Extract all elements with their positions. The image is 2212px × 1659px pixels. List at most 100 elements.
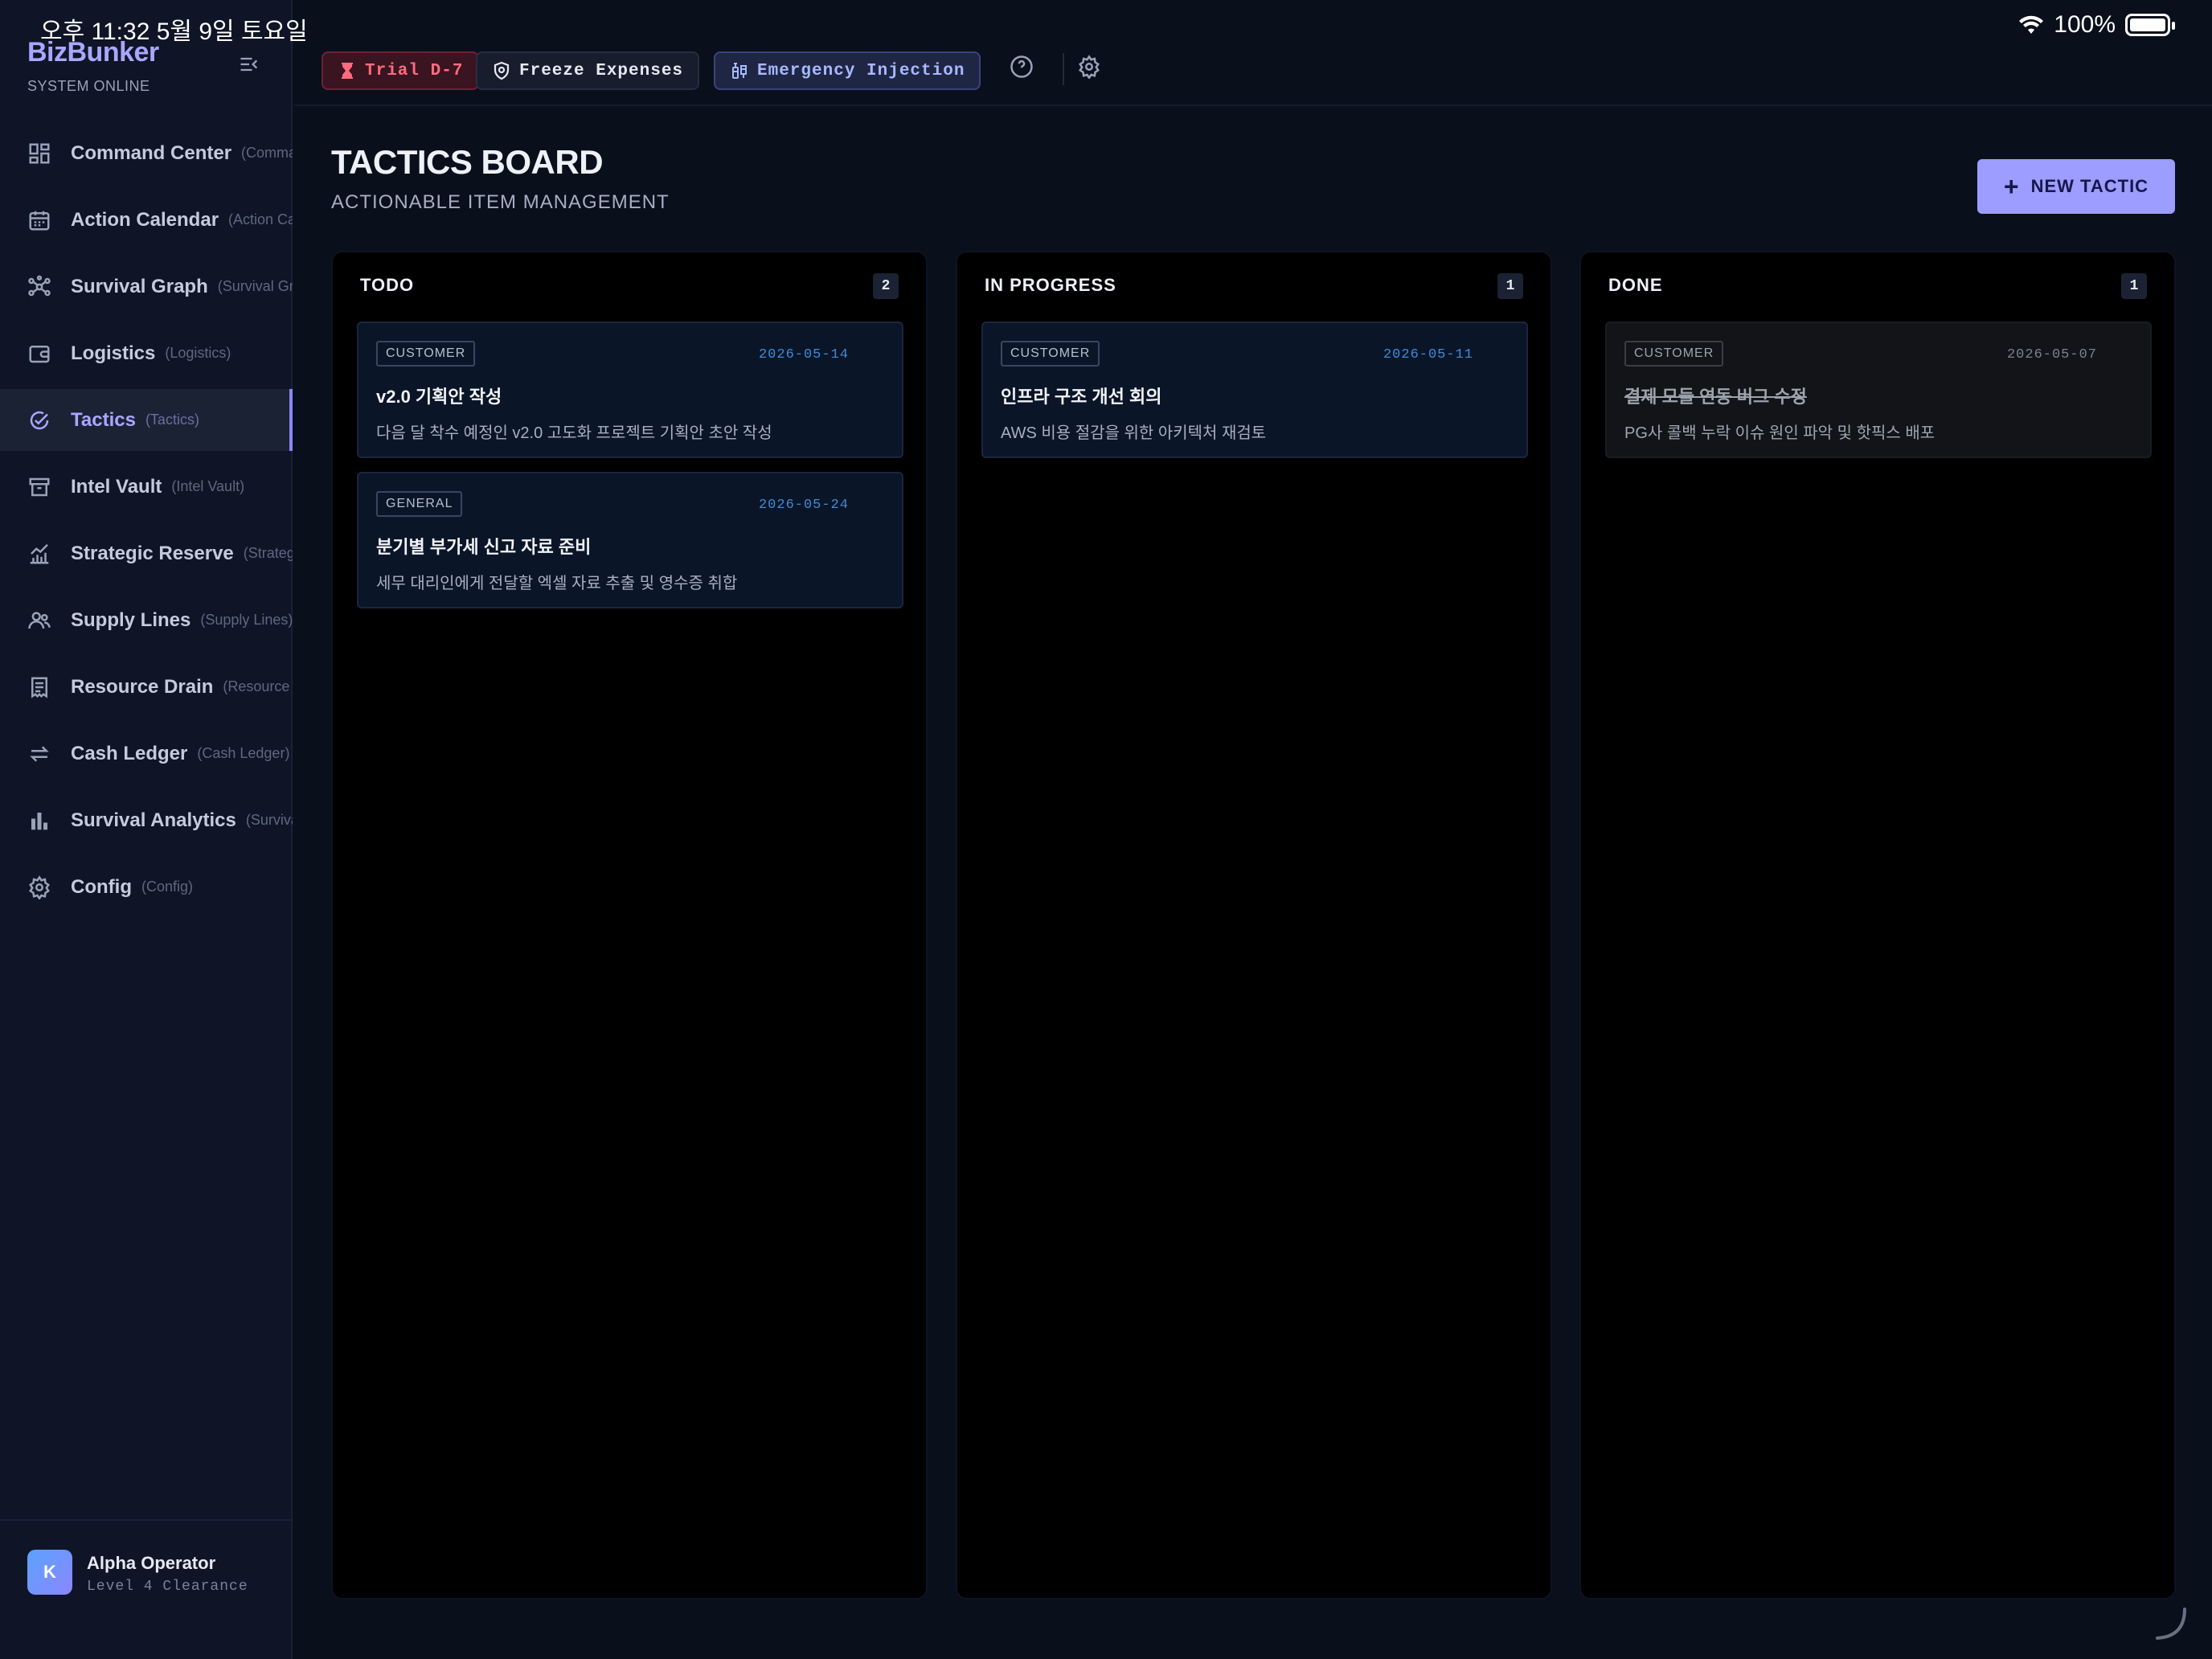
sidebar: BizBunker SYSTEM ONLINE Command Center (… [0, 0, 293, 1659]
sidebar-item-intel-vault[interactable]: Intel Vault (Intel Vault) [0, 456, 293, 518]
sidebar-item-sub: (Logistics) [165, 345, 231, 361]
collapse-sidebar-icon[interactable] [238, 53, 267, 82]
card-tag: CUSTOMER [376, 341, 476, 367]
sidebar-item-resource-drain[interactable]: Resource Drain (Resource Drain) [0, 656, 293, 718]
calendar-icon [27, 208, 51, 232]
sidebar-item-sub: (Command Center) [241, 145, 293, 161]
emergency-injection-button[interactable]: Emergency Injection [714, 51, 981, 90]
sidebar-item-supply-lines[interactable]: Supply Lines (Supply Lines) [0, 589, 293, 651]
battery-icon [2125, 14, 2175, 36]
sidebar-item-logistics[interactable]: Logistics (Logistics) [0, 322, 293, 384]
card-description: 세무 대리인에게 전달할 엑셀 자료 추출 및 영수증 취합 [376, 575, 738, 592]
sidebar-item-sub: (Cash Ledger) [197, 745, 290, 761]
grid-icon [27, 141, 51, 166]
hourglass-icon [342, 63, 353, 79]
sidebar-item-label: Logistics [71, 342, 156, 364]
sidebar-item-command-center[interactable]: Command Center (Command Center) [0, 122, 293, 184]
divider [1063, 53, 1064, 85]
users-icon [27, 608, 51, 633]
archive-icon [27, 475, 51, 499]
sidebar-item-config[interactable]: Config (Config) [0, 856, 293, 918]
status-right: 100% [2018, 11, 2175, 39]
sidebar-item-strategic-reserve[interactable]: Strategic Reserve (Strategic Reserve) [0, 522, 293, 584]
gear-icon [27, 875, 51, 900]
sidebar-item-label: Tactics [71, 408, 136, 431]
wifi-icon [2019, 15, 2044, 34]
card-date: 2026-05-24 [758, 498, 849, 513]
card-title: 분기별 부가세 신고 자료 준비 [376, 537, 592, 557]
help-icon[interactable] [1010, 55, 1034, 79]
sidebar-item-sub: (Supply Lines) [200, 612, 293, 628]
freeze-expenses-button[interactable]: Freeze Expenses [476, 51, 700, 90]
sidebar-item-sub: (Tactics) [145, 412, 199, 428]
wallet-icon [27, 342, 51, 366]
new-tactic-label: NEW TACTIC [2030, 176, 2149, 196]
user-profile[interactable]: K Alpha Operator Level 4 Clearance [0, 1519, 293, 1659]
sidebar-item-sub: (Strategic Reserve) [243, 545, 293, 561]
page-title: TACTICS BOARD [331, 143, 604, 181]
trial-badge[interactable]: Trial D-7 [322, 51, 480, 90]
check-circle-icon [27, 408, 51, 432]
sidebar-item-sub: (Config) [141, 879, 194, 895]
shield-icon [494, 61, 510, 80]
card-description: PG사 콜백 누락 이슈 원인 파악 및 핫픽스 배포 [1624, 424, 1936, 442]
chart-line-icon [27, 542, 51, 566]
avatar: K [27, 1550, 72, 1595]
card-tag: CUSTOMER [1624, 341, 1724, 367]
sidebar-item-tactics[interactable]: Tactics (Tactics) [0, 389, 293, 451]
card-tag: CUSTOMER [1001, 341, 1100, 367]
column-title: TODO [360, 275, 415, 295]
sidebar-item-label: Supply Lines [71, 608, 191, 631]
card-title: 결제 모듈 연동 버그 수정 [1624, 387, 1807, 407]
sidebar-item-sub: (Resource Drain) [223, 678, 293, 694]
tactic-card-done[interactable]: CUSTOMER 2026-05-07 결제 모듈 연동 버그 수정 PG사 콜… [1605, 322, 2152, 458]
tactic-card[interactable]: CUSTOMER 2026-05-11 인프라 구조 개선 회의 AWS 비용 … [981, 322, 1528, 458]
sidebar-item-label: Command Center [71, 141, 232, 164]
syringe-icon [732, 63, 747, 79]
card-description: 다음 달 착수 예정인 v2.0 고도화 프로젝트 기획안 초안 작성 [376, 424, 772, 442]
column-count-badge: 1 [1497, 273, 1523, 299]
sidebar-item-label: Config [71, 875, 132, 898]
column-todo[interactable]: TODO 2 CUSTOMER 2026-05-14 v2.0 기획안 작성 다… [331, 251, 928, 1600]
card-date: 2026-05-11 [1382, 347, 1473, 363]
column-count-badge: 1 [2121, 273, 2147, 299]
card-date: 2026-05-07 [2006, 347, 2097, 363]
sidebar-item-label: Strategic Reserve [71, 542, 234, 564]
sidebar-item-label: Survival Analytics [71, 809, 236, 831]
plus-icon: + [2003, 171, 2020, 201]
tactic-card[interactable]: CUSTOMER 2026-05-14 v2.0 기획안 작성 다음 달 착수 … [357, 322, 903, 458]
new-tactic-button[interactable]: + NEW TACTIC [1977, 159, 2175, 214]
column-title: IN PROGRESS [985, 275, 1116, 295]
swap-icon [27, 742, 51, 766]
card-description: AWS 비용 절감을 위한 아키텍처 재검토 [1001, 424, 1267, 442]
sidebar-item-survival-analytics[interactable]: Survival Analytics (Survival Analytics) [0, 789, 293, 851]
column-title: DONE [1608, 275, 1663, 295]
sidebar-item-survival-graph[interactable]: Survival Graph (Survival Graph) [0, 256, 293, 317]
receipt-icon [27, 675, 51, 699]
column-in-progress[interactable]: IN PROGRESS 1 CUSTOMER 2026-05-11 인프라 구조… [956, 251, 1552, 1600]
card-title: v2.0 기획안 작성 [376, 387, 502, 407]
sidebar-item-label: Resource Drain [71, 675, 214, 698]
sidebar-item-cash-ledger[interactable]: Cash Ledger (Cash Ledger) [0, 723, 293, 784]
battery-percent: 100% [2054, 11, 2116, 38]
home-indicator-icon [2153, 1606, 2188, 1641]
trial-label: Trial D-7 [365, 61, 464, 80]
column-done[interactable]: DONE 1 CUSTOMER 2026-05-07 결제 모듈 연동 버그 수… [1579, 251, 2176, 1600]
tactic-card[interactable]: GENERAL 2026-05-24 분기별 부가세 신고 자료 준비 세무 대… [357, 472, 903, 608]
sidebar-item-action-calendar[interactable]: Action Calendar (Action Calendar) [0, 189, 293, 251]
card-tag: GENERAL [376, 491, 463, 517]
sidebar-item-label: Cash Ledger [71, 742, 188, 764]
sidebar-item-sub: (Survival Analytics) [245, 812, 293, 828]
user-level: Level 4 Clearance [87, 1579, 248, 1595]
sidebar-item-label: Survival Graph [71, 275, 208, 297]
status-time: 오후 11:32 5월 9일 토요일 [40, 18, 308, 45]
system-status: SYSTEM ONLINE [27, 78, 150, 94]
freeze-label: Freeze Expenses [519, 61, 684, 80]
card-date: 2026-05-14 [758, 347, 849, 363]
sidebar-item-sub: (Survival Graph) [217, 278, 293, 294]
page-subtitle: ACTIONABLE ITEM MANAGEMENT [331, 191, 670, 213]
sidebar-item-sub: (Action Calendar) [228, 211, 293, 227]
graph-icon [27, 275, 51, 299]
settings-gear-icon[interactable] [1077, 55, 1101, 80]
user-name: Alpha Operator [87, 1553, 216, 1573]
